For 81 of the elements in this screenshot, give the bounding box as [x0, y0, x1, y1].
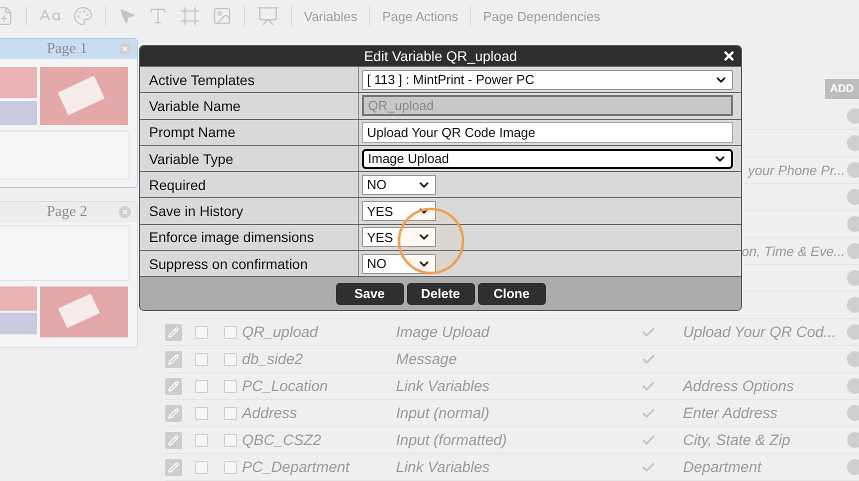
dropdown[interactable]: NO: [362, 174, 436, 195]
dropdown[interactable]: YES: [362, 227, 436, 248]
remove-icon[interactable]: [845, 216, 859, 232]
variable-type: Link Variables: [396, 378, 491, 394]
remove-icon[interactable]: [845, 270, 859, 286]
checkbox[interactable]: [224, 434, 237, 446]
field-label: Variable Type: [140, 146, 359, 172]
monitor-icon[interactable]: [257, 5, 279, 27]
highlight-circle: [396, 206, 466, 276]
variable-name: QBC_CSZ2: [242, 432, 322, 448]
variable-type: Message: [396, 350, 458, 368]
checkbox[interactable]: [195, 380, 208, 392]
remove-icon[interactable]: [845, 297, 859, 313]
dialog-button[interactable]: Save: [336, 282, 404, 305]
checkbox[interactable]: [195, 460, 208, 474]
close-icon[interactable]: [119, 43, 131, 55]
remove-icon[interactable]: [845, 324, 859, 340]
variable-name: Address: [242, 404, 298, 422]
prompt-name: on, Time & Eve...: [742, 244, 845, 258]
remove-icon[interactable]: [845, 108, 859, 124]
field-label: Prompt Name: [140, 120, 359, 145]
prompt-name: your Phone Pr...: [748, 162, 845, 178]
checkbox[interactable]: [224, 352, 237, 366]
prompt-name: Enter Address: [683, 404, 778, 422]
dropdown[interactable]: NO: [362, 254, 436, 274]
prompt-name: Department: [683, 458, 762, 476]
palette-icon[interactable]: [73, 6, 93, 26]
prompt-name: Address Options: [683, 378, 794, 394]
prompt-name: City, State & Zip: [683, 432, 790, 448]
remove-icon[interactable]: [845, 135, 859, 151]
remove-icon[interactable]: [845, 405, 859, 421]
variable-name: PC_Department: [242, 458, 351, 476]
text-frame-icon[interactable]: [180, 6, 200, 26]
remove-icon[interactable]: [845, 432, 859, 448]
field-label: Variable Name: [140, 93, 359, 119]
dialog-button[interactable]: Delete: [406, 282, 474, 305]
field-label: Active Templates: [140, 67, 359, 92]
variable-type: Image Upload: [396, 324, 491, 340]
variable-type: Link Variables: [396, 458, 491, 476]
close-icon[interactable]: [119, 206, 131, 218]
remove-icon[interactable]: [845, 243, 859, 259]
checkbox[interactable]: [195, 352, 208, 366]
remove-icon[interactable]: [845, 162, 859, 178]
remove-icon[interactable]: [845, 378, 859, 394]
dialog-title: Edit Variable QR_upload: [364, 48, 518, 64]
edit-icon[interactable]: [165, 404, 182, 422]
remove-icon[interactable]: [845, 459, 859, 475]
dropdown[interactable]: YES: [362, 201, 436, 222]
checkbox[interactable]: [195, 326, 208, 338]
checkbox[interactable]: [195, 434, 208, 446]
variable-name: QR_upload: [242, 324, 320, 340]
text-field[interactable]: Upload Your QR Code Image: [362, 122, 733, 143]
dropdown[interactable]: [ 113 ] : MintPrint - Power PC: [362, 70, 733, 90]
edit-icon[interactable]: [165, 432, 182, 448]
checkbox[interactable]: [224, 326, 237, 338]
add-page-icon[interactable]: [0, 6, 14, 26]
variable-type: Input (formatted): [396, 432, 508, 448]
remove-icon[interactable]: [845, 189, 859, 205]
page-title: Page 2: [46, 204, 88, 220]
edit-icon[interactable]: [165, 458, 182, 476]
remove-icon[interactable]: [845, 351, 859, 367]
pointer-icon[interactable]: [118, 7, 136, 25]
edit-icon[interactable]: [165, 324, 182, 340]
image-icon[interactable]: [212, 6, 232, 26]
page-title: Page 1: [46, 40, 88, 58]
checkbox[interactable]: [224, 406, 237, 420]
variable-name: db_side2: [242, 350, 304, 368]
field-label: Enforce image dimensions: [140, 224, 359, 250]
checkbox[interactable]: [195, 406, 208, 420]
dropdown[interactable]: Image Upload: [362, 148, 733, 169]
variable-name: PC_Location: [242, 378, 329, 394]
checkbox[interactable]: [224, 380, 237, 392]
edit-icon[interactable]: [165, 378, 182, 394]
dialog-button[interactable]: Clone: [478, 282, 546, 305]
field-label: Save in History: [140, 198, 359, 224]
edit-icon[interactable]: [165, 350, 182, 368]
field-label: Required: [140, 172, 359, 198]
prompt-name: Upload Your QR Cod...: [683, 324, 836, 340]
variable-type: Input (normal): [396, 404, 490, 422]
checkbox[interactable]: [224, 460, 237, 474]
text-icon[interactable]: [148, 6, 168, 26]
